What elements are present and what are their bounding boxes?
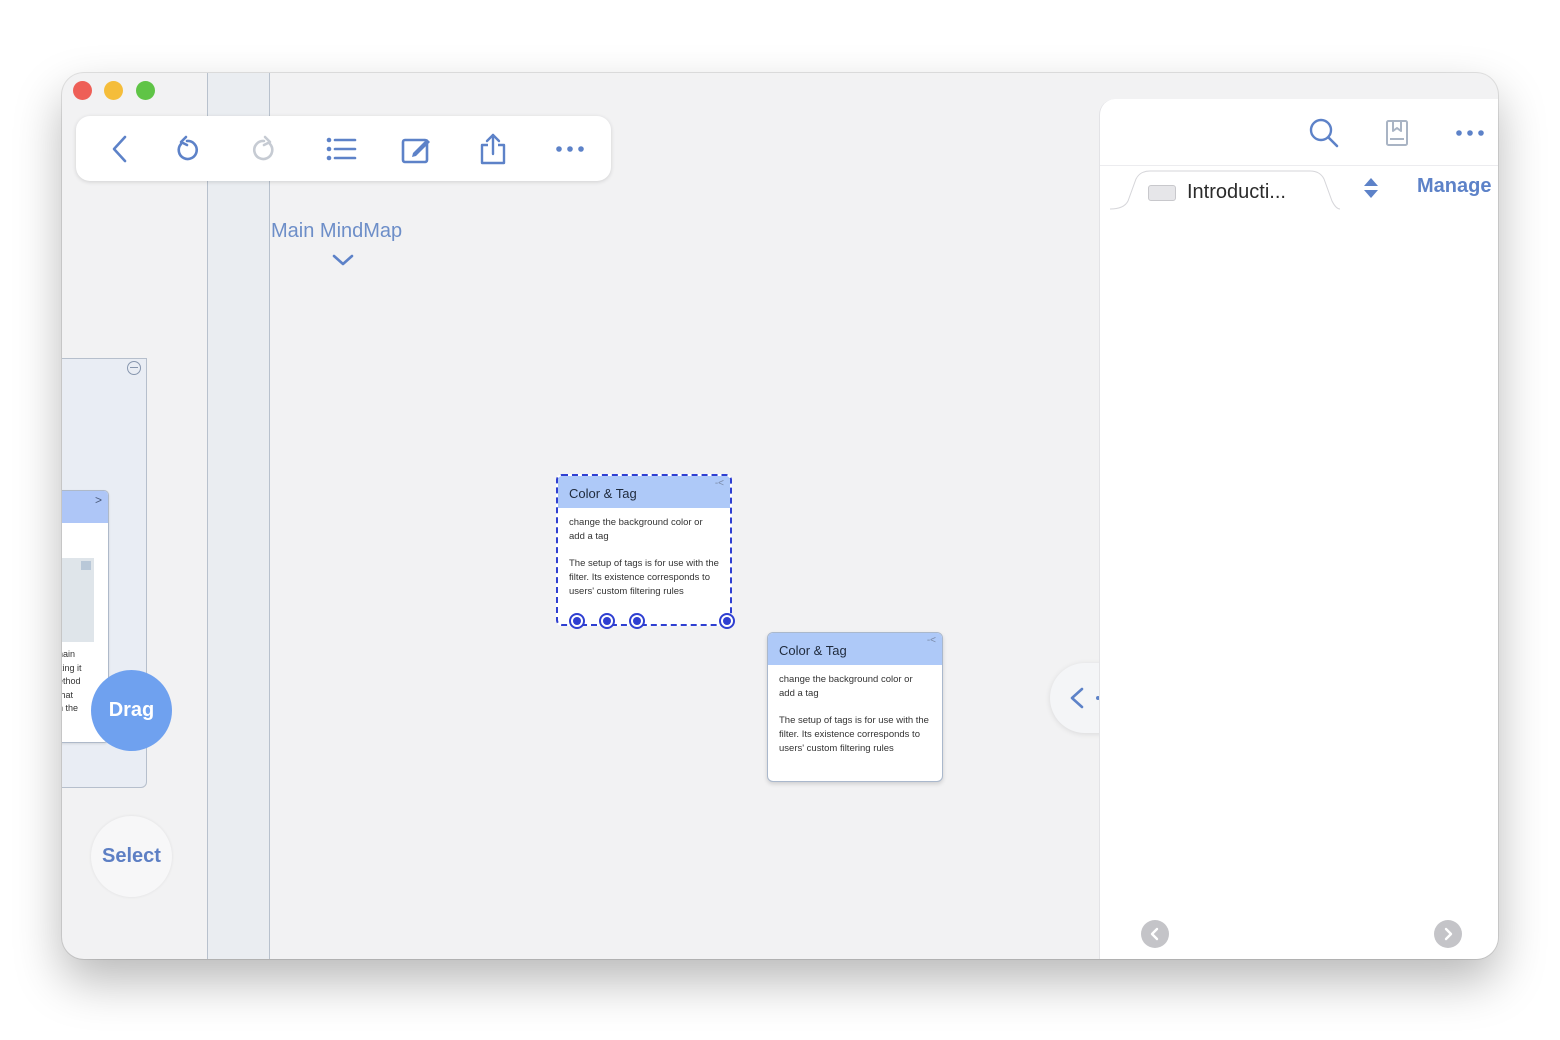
more-icon [556, 146, 584, 152]
mindmap-node[interactable]: Color & Tag -< change the background col… [767, 632, 943, 782]
minimize-window-button[interactable] [104, 81, 123, 100]
node-text: change the background color or add a tag [779, 674, 913, 699]
share-icon [480, 133, 506, 165]
mindmap-title[interactable]: Main MindMap [271, 220, 402, 243]
manage-button[interactable]: Manage [1417, 175, 1491, 198]
node-link-icon[interactable]: -< [715, 478, 724, 489]
prev-page-button[interactable] [1141, 920, 1169, 948]
redo-button[interactable] [244, 130, 284, 168]
app-window: Main MindMap > nain king it ethod that n… [62, 73, 1498, 959]
search-button[interactable] [1306, 115, 1342, 151]
node-text: The setup of tags is for use with the fi… [779, 715, 929, 754]
edit-button[interactable] [397, 130, 437, 168]
close-window-button[interactable] [73, 81, 92, 100]
header-divider [1100, 165, 1498, 166]
more-button[interactable] [1452, 115, 1488, 151]
document-tab[interactable]: Introducti... [1110, 169, 1340, 211]
zoom-window-button[interactable] [136, 81, 155, 100]
document-icon [1148, 185, 1176, 201]
search-icon [1309, 118, 1339, 148]
undo-icon [177, 135, 199, 161]
connect-handle-icon[interactable] [629, 613, 645, 629]
node-title: Color & Tag [779, 643, 847, 658]
redo-icon [252, 135, 274, 161]
node-link-icon[interactable]: -< [927, 635, 936, 646]
back-button[interactable] [100, 130, 140, 168]
collapse-icon[interactable] [127, 361, 141, 375]
edit-icon [401, 138, 430, 164]
chevron-left-icon [1150, 927, 1159, 941]
more-icon [1456, 130, 1484, 136]
node-title: Color & Tag [569, 486, 637, 501]
sort-button[interactable] [1362, 176, 1380, 205]
next-page-button[interactable] [1434, 920, 1462, 948]
mini-node-image [62, 558, 94, 642]
mini-node-text: nain king it ethod that n the [62, 649, 82, 714]
node-text: change the background color or add a tag [569, 517, 703, 542]
share-button[interactable] [473, 130, 513, 168]
outline-list-button[interactable] [321, 130, 361, 168]
chevron-right-icon [1444, 927, 1453, 941]
resize-handle-icon[interactable] [719, 613, 735, 629]
drag-button[interactable]: Drag [91, 670, 172, 751]
chevron-down-icon[interactable] [332, 253, 354, 267]
main-toolbar [76, 116, 611, 181]
more-button[interactable] [550, 130, 590, 168]
chevron-right-icon: > [94, 493, 102, 507]
back-icon [112, 135, 127, 163]
attach-handle-icon[interactable] [599, 613, 615, 629]
mindmap-node-selected[interactable]: Color & Tag -< change the background col… [556, 474, 732, 626]
node-text: The setup of tags is for use with the fi… [569, 558, 719, 597]
sort-arrows-icon [1364, 178, 1378, 198]
tab-label: Introducti... [1187, 181, 1286, 203]
bookmark-button[interactable] [1379, 115, 1415, 151]
undo-button[interactable] [167, 130, 207, 168]
outline-list-icon [326, 137, 357, 161]
select-button[interactable]: Select [91, 816, 172, 897]
outline-column-strip [207, 73, 270, 959]
comment-handle-icon[interactable] [569, 613, 585, 629]
right-document-panel: Introducti... Manage [1099, 99, 1498, 959]
bookmark-icon [1386, 120, 1408, 146]
